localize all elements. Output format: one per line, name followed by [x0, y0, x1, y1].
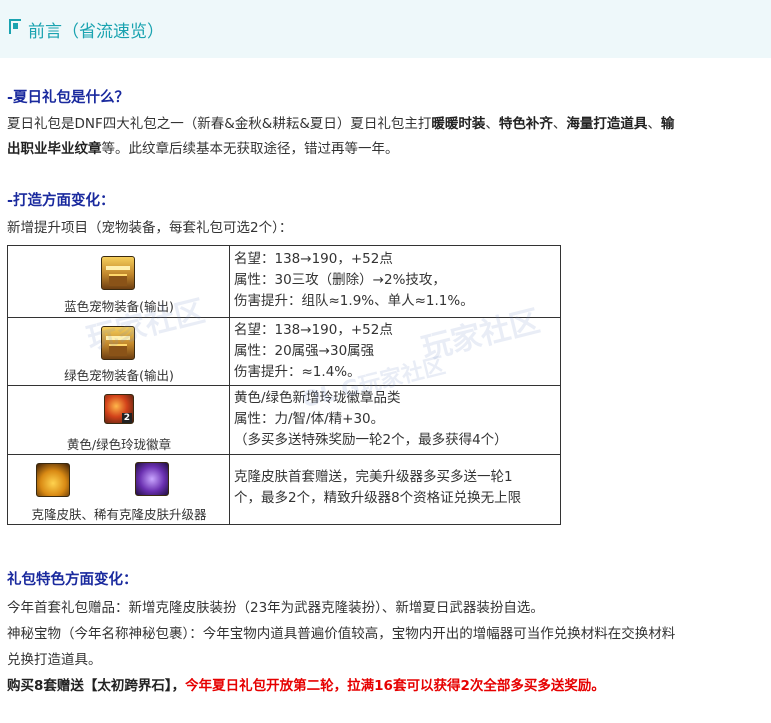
- bold-segment: 特色补齐: [498, 116, 553, 132]
- detail-line: 属性：20属强→30属强: [234, 343, 375, 359]
- paragraph-line: 出职业毕业纹章等。此纹章后续基本无获取途径，错过再等一年。: [7, 137, 399, 157]
- item-details: 克隆皮肤首套赠送，完美升级器多买多送一轮1 个，最多2个，精致升级器8个资格证兑…: [234, 467, 560, 537]
- clone-skin-icon: [36, 463, 70, 497]
- detail-line: 伤害提升：≈1.4%。: [234, 364, 361, 380]
- item-cell: 蓝色宠物装备(输出): [8, 246, 230, 317]
- item-cell: 克隆皮肤、稀有克隆皮肤升级器: [8, 455, 230, 525]
- text-segment: 、: [552, 116, 567, 132]
- item-label: 克隆皮肤、稀有克隆皮肤升级器: [31, 507, 207, 522]
- detail-line: 名望：138→190，+52点: [234, 251, 393, 267]
- paragraph-line: 购买8套赠送【太初跨界石】，今年夏日礼包开放第二轮，拉满16套可以获得2次全部多…: [7, 674, 605, 694]
- detail-line: 属性：力/智/体/精+30。: [234, 411, 385, 427]
- detail-line: 个，最多2个，精致升级器8个资格证兑换无上限: [234, 490, 522, 506]
- paragraph-line: 夏日礼包是DNF四大礼包之一（新春&金秋&耕耘&夏日）夏日礼包主打暖暖时装、特色…: [7, 112, 674, 132]
- detail-line: 克隆皮肤首套赠送，完美升级器多买多送一轮1: [234, 469, 513, 485]
- table-row: 克隆皮肤、稀有克隆皮肤升级器 克隆皮肤首套赠送，完美升级器多买多送一轮1 个，最…: [8, 454, 560, 525]
- detail-line: 名望：138→190，+52点: [234, 322, 393, 338]
- upgrade-table: 蓝色宠物装备(输出) 名望：138→190，+52点 属性：30三攻（删除）→2…: [7, 245, 561, 525]
- item-cell: 2 黄色/绿色玲珑徽章: [8, 386, 230, 455]
- bold-segment: 暖暖时装: [431, 116, 486, 132]
- section-title-crafting: -打造方面变化：: [7, 193, 115, 209]
- table-row: 绿色宠物装备(输出) 名望：138→190，+52点 属性：20属强→30属强 …: [8, 317, 560, 386]
- table-row: 2 黄色/绿色玲珑徽章 黄色/绿色新增玲珑徽章品类 属性：力/智/体/精+30。…: [8, 385, 560, 455]
- section-title-pack-features: 礼包特色方面变化：: [7, 572, 138, 588]
- bold-segment: 出职业毕业纹章: [7, 141, 102, 157]
- item-details: 名望：138→190，+52点 属性：30三攻（删除）→2%技攻， 伤害提升：组…: [234, 249, 560, 320]
- detail-line: （多买多送特殊奖励一轮2个，最多获得4个）: [234, 432, 508, 448]
- item-label: 绿色宠物装备(输出): [64, 368, 174, 383]
- treasure-chest-icon: [101, 256, 135, 290]
- bold-segment: 海量打造道具: [566, 116, 648, 132]
- paragraph-line: 兑换打造道具。: [7, 652, 102, 668]
- paragraph-line: 今年首套礼包赠品：新增克隆皮肤装扮（23年为武器克隆装扮）、新增夏日武器装扮自选…: [7, 600, 544, 616]
- text-segment: 、: [647, 116, 661, 132]
- item-details: 名望：138→190，+52点 属性：20属强→30属强 伤害提升：≈1.4%。: [234, 320, 560, 388]
- table-row: 蓝色宠物装备(输出) 名望：138→190，+52点 属性：30三攻（删除）→2…: [8, 246, 560, 317]
- bold-segment: 购买8套赠送【太初跨界石】，: [7, 678, 186, 694]
- item-cell: 绿色宠物装备(输出): [8, 318, 230, 386]
- emblem-icon: 2: [104, 394, 134, 424]
- emblem-count-badge: 2: [121, 413, 132, 423]
- detail-line: 伤害提升：组队≈1.9%、单人≈1.1%。: [234, 293, 474, 309]
- header-bar: 前言（省流速览）: [0, 0, 771, 58]
- rare-clone-skin-upgrader-icon: [135, 462, 169, 496]
- treasure-chest-icon: [101, 326, 135, 360]
- bookmark-icon: [9, 19, 21, 34]
- section-intro: 新增提升项目（宠物装备，每套礼包可选2个）：: [7, 220, 293, 236]
- detail-line: 属性：30三攻（删除）→2%技攻，: [234, 272, 446, 288]
- bold-segment: 输: [660, 116, 675, 132]
- paragraph-line: 神秘宝物（今年名称神秘包裹）：今年宝物内道具普遍价值较高，宝物内开出的增幅器可当…: [7, 626, 676, 642]
- item-label: 黄色/绿色玲珑徽章: [66, 437, 172, 452]
- page-title: 前言（省流速览）: [28, 22, 164, 42]
- text-segment: 等。此纹章后续基本无获取途径，错过再等一年。: [101, 141, 399, 157]
- highlight-segment: 今年夏日礼包开放第二轮，拉满16套可以获得2次全部多买多送奖励。: [185, 678, 605, 694]
- text-segment: 夏日礼包是DNF四大礼包之一（新春&金秋&耕耘&夏日）夏日礼包主打: [7, 116, 432, 132]
- text-segment: 、: [485, 116, 499, 132]
- section-title-summer-pack: -夏日礼包是什么？: [7, 90, 130, 106]
- item-label: 蓝色宠物装备(输出): [64, 299, 174, 314]
- item-details: 黄色/绿色新增玲珑徽章品类 属性：力/智/体/精+30。 （多买多送特殊奖励一轮…: [234, 388, 560, 457]
- detail-line: 黄色/绿色新增玲珑徽章品类: [234, 390, 401, 406]
